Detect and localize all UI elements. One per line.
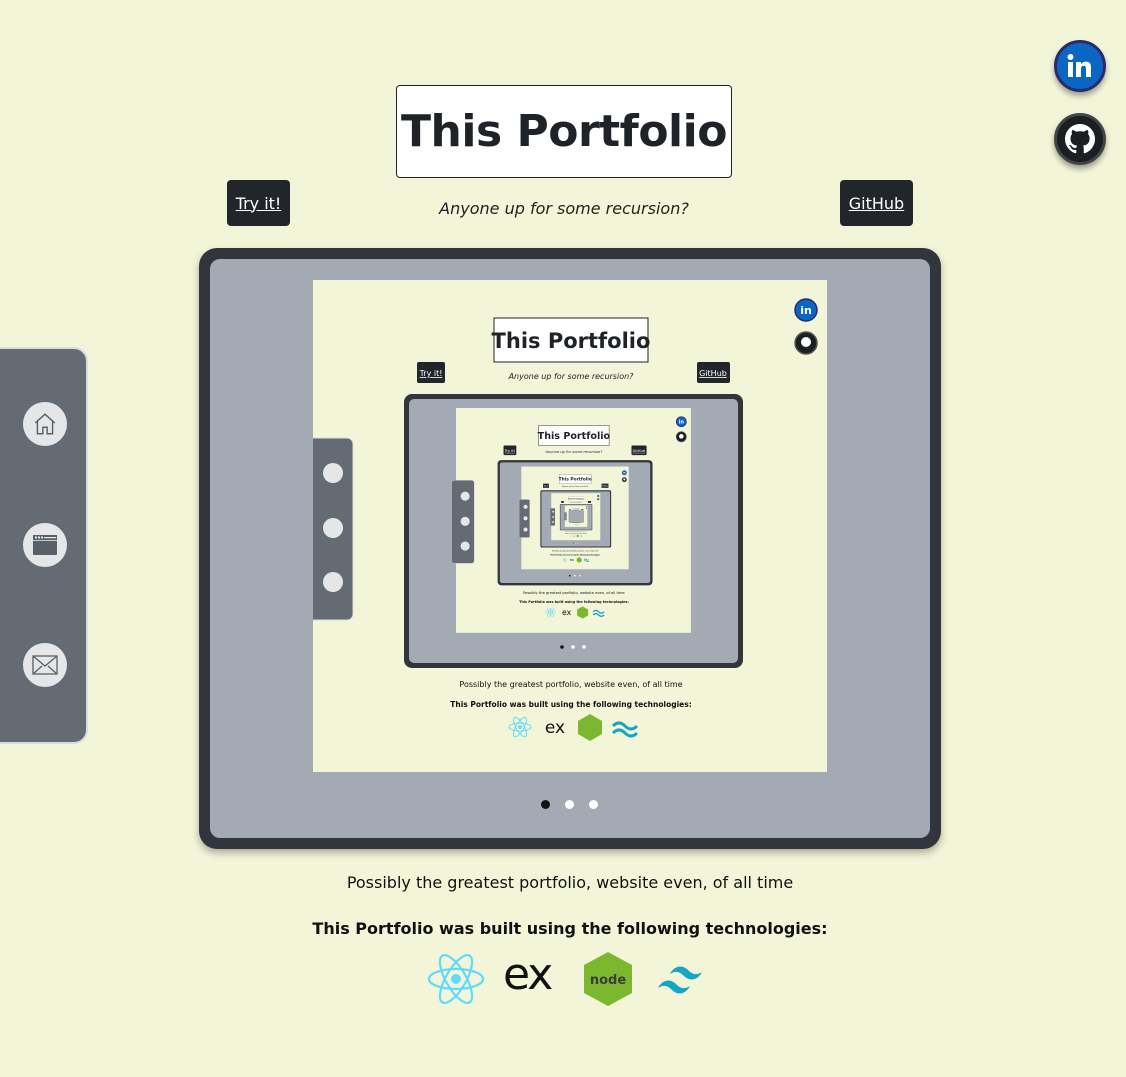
- tagline: Possibly the greatest portfolio, website…: [346, 873, 794, 892]
- sidebar: [0, 347, 88, 744]
- node-icon-label: node: [590, 973, 626, 988]
- linkedin-icon: [1067, 54, 1091, 77]
- github-button[interactable]: GitHub: [840, 180, 913, 226]
- node-icon: node: [584, 952, 632, 1006]
- sidebar-item-contact[interactable]: [23, 643, 67, 687]
- github-link[interactable]: [1054, 113, 1106, 165]
- carousel-dot-2[interactable]: [565, 800, 574, 809]
- mail-icon: [32, 655, 58, 675]
- express-icon: ex: [503, 949, 553, 1000]
- preview-screen[interactable]: This Portfolio Try it! GitHub Anyone up …: [313, 280, 827, 772]
- sidebar-item-home[interactable]: [23, 402, 67, 446]
- page-title: This Portfolio: [401, 106, 727, 157]
- browser-window-icon: [33, 535, 57, 555]
- page-subtitle: Anyone up for some recursion?: [439, 199, 689, 218]
- tailwind-icon: [658, 966, 702, 994]
- react-icon: [427, 953, 485, 1005]
- github-icon: [1065, 124, 1095, 154]
- try-it-button[interactable]: Try it!: [227, 180, 290, 226]
- carousel-dot-1[interactable]: [541, 800, 550, 809]
- sidebar-item-projects[interactable]: [23, 523, 67, 567]
- title-box: This Portfolio: [396, 85, 732, 178]
- built-with-heading: This Portfolio was built using the follo…: [312, 919, 828, 938]
- linkedin-link[interactable]: [1054, 40, 1106, 92]
- home-icon: [34, 413, 56, 435]
- carousel-dot-3[interactable]: [589, 800, 598, 809]
- recursive-preview: This Portfolio Try it! GitHub Anyone up …: [313, 280, 827, 772]
